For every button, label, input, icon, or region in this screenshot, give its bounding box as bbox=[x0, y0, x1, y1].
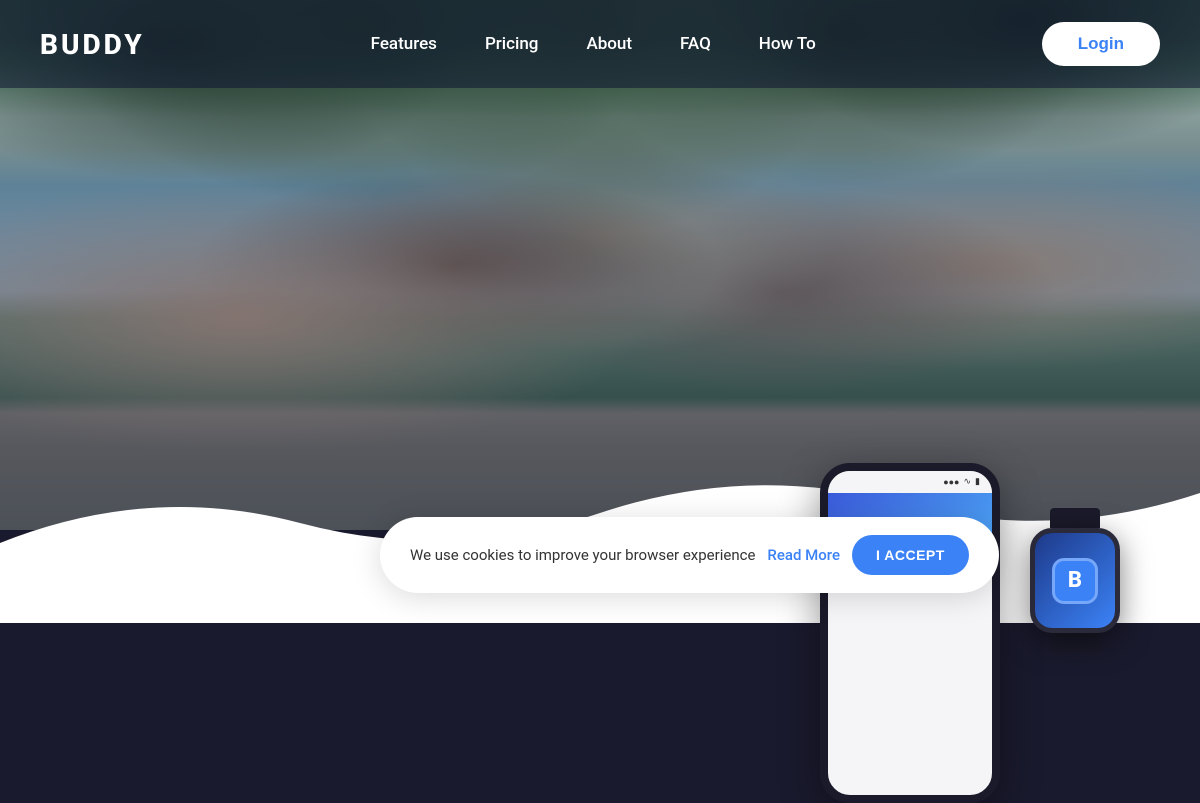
nav-faq[interactable]: FAQ bbox=[680, 34, 711, 54]
cookie-read-more-link[interactable]: Read More bbox=[767, 546, 840, 564]
cookie-banner: We use cookies to improve your browser e… bbox=[380, 517, 999, 593]
watch-mockup: B bbox=[1030, 508, 1120, 653]
site-logo: BUDDY bbox=[40, 28, 145, 61]
watch-band-bottom bbox=[1050, 633, 1100, 653]
nav-features[interactable]: Features bbox=[371, 34, 437, 54]
navbar: BUDDY Features Pricing About FAQ How To … bbox=[0, 0, 1200, 88]
cookie-accept-button[interactable]: I ACCEPT bbox=[852, 535, 969, 575]
phone-status-bar: ●●● ∿ ▮ bbox=[828, 471, 992, 493]
phone-signal: ●●● bbox=[943, 477, 959, 488]
watch-band-top bbox=[1050, 508, 1100, 528]
phone-frame: ●●● ∿ ▮ Welcome To BUDDY James bbox=[820, 463, 1000, 803]
cookie-message: We use cookies to improve your browser e… bbox=[410, 546, 755, 564]
watch-frame: B bbox=[1030, 528, 1120, 633]
nav-pricing[interactable]: Pricing bbox=[485, 34, 539, 54]
nav-links: Features Pricing About FAQ How To bbox=[371, 34, 816, 54]
nav-howto[interactable]: How To bbox=[759, 34, 816, 54]
phone-battery-icon: ▮ bbox=[975, 477, 980, 487]
nav-about[interactable]: About bbox=[586, 34, 632, 54]
watch-logo: B bbox=[1052, 558, 1098, 604]
login-button[interactable]: Login bbox=[1042, 22, 1160, 66]
watch-screen: B bbox=[1035, 533, 1115, 628]
phone-wifi-icon: ∿ bbox=[964, 477, 972, 487]
